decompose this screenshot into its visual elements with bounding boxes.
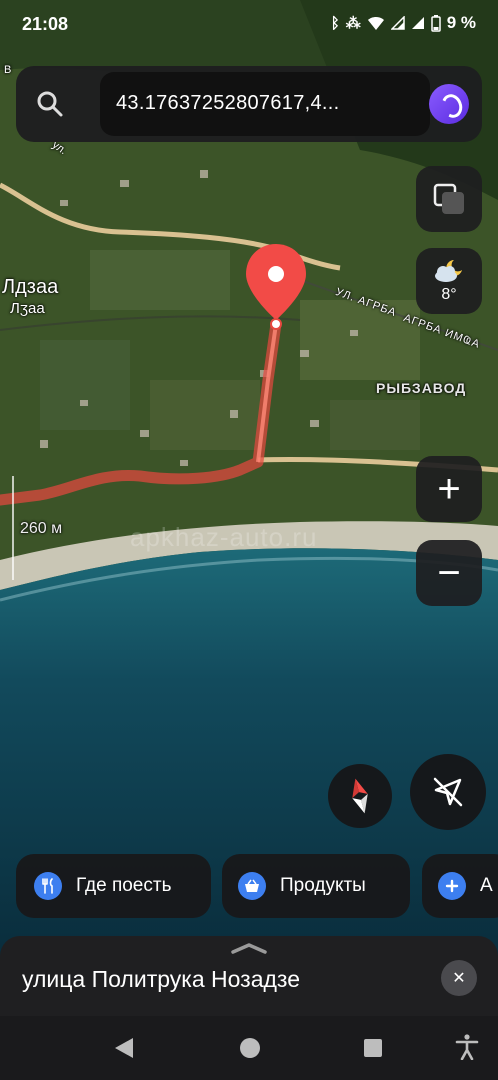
back-icon[interactable] [113,1036,135,1060]
home-icon[interactable] [240,1038,260,1058]
search-input[interactable]: 43.17637252807617,4... [100,72,430,136]
alice-icon [438,91,466,121]
status-bar: 21:08 ᛒ ⁂ 9 % [0,0,498,50]
alice-voice-assistant-button[interactable] [429,84,469,124]
chip-more-label: А [480,875,493,896]
bluetooth-icon: ᛒ [330,14,340,32]
map-label-ldzaa-abkhaz: Лӡаа [10,300,45,317]
plus-icon [438,872,466,900]
category-chip-grocery[interactable]: Продукты [222,854,410,918]
vibrate-icon: ⁂ [345,15,361,32]
zoom-in-button[interactable]: + [416,456,482,522]
chevron-up-icon[interactable] [230,942,268,954]
chip-grocery-label: Продукты [280,875,366,896]
location-off-icon [433,777,463,807]
scale-bar [12,476,14,580]
place-title: улица Политрука Нозадзе [22,966,300,992]
recent-apps-icon[interactable] [364,1039,382,1057]
map-layers-button[interactable] [416,166,482,232]
system-nav-bar [0,1016,498,1080]
category-chip-food[interactable]: Где поесть [16,854,211,918]
map-view[interactable]: В ул. Лдзаа Лӡаа УЛ. АГРБА АГРБА ИМҨА РЫ… [0,0,498,1080]
close-button[interactable]: ✕ [441,960,477,996]
zoom-out-button[interactable]: − [416,540,482,606]
basket-icon [238,872,266,900]
watermark: apkhaz-auto.ru [130,522,318,552]
partly-cloudy-night-icon [435,260,462,282]
close-icon: ✕ [452,970,466,987]
wifi-icon [367,17,384,30]
battery-percent: 9 % [446,13,476,32]
accessibility-icon[interactable] [455,1034,479,1060]
scale-label: 260 м [20,520,63,537]
map-label-rybzavod[interactable]: РЫБЗАВОД [376,380,466,396]
map-label-v: В [4,64,12,76]
search-bar: 43.17637252807617,4... [16,66,482,142]
weather-temp: 8° [441,286,457,303]
category-chip-more[interactable]: А [422,854,498,918]
my-location-button[interactable] [410,754,486,830]
battery-icon [430,14,441,32]
map-label-ldzaa[interactable]: Лдзаа [2,276,58,299]
map-pin-icon[interactable] [244,242,308,332]
compass-button[interactable] [328,764,392,828]
status-icons: ᛒ ⁂ 9 % [331,13,476,33]
status-time: 21:08 [22,14,69,34]
weather-widget[interactable]: 8° [416,248,482,314]
compass-icon [352,778,368,814]
layers-icon [433,183,464,214]
place-card[interactable]: улица Политрука Нозадзе ✕ [0,936,498,1016]
fork-knife-icon [34,872,62,900]
signal-icon [390,16,405,30]
search-icon[interactable] [36,90,64,118]
chip-food-label: Где поесть [76,875,172,896]
search-input-value: 43.17637252807617,4... [116,92,340,114]
signal-icon [411,17,424,29]
